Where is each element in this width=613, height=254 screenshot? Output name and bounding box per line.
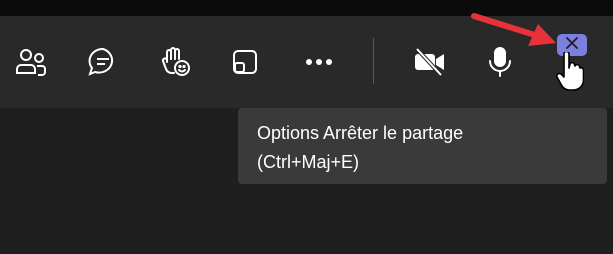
- camera-off-icon: [412, 47, 446, 77]
- people-icon: [15, 47, 47, 77]
- more-icon: [304, 58, 334, 66]
- stop-sharing-tooltip: Options Arrêter le partage (Ctrl+Maj+E): [238, 108, 607, 184]
- chat-icon: [87, 47, 119, 77]
- tooltip-title: Options Arrêter le partage: [257, 123, 464, 143]
- view-button[interactable]: [226, 16, 264, 108]
- camera-button[interactable]: [410, 16, 448, 108]
- tooltip-shortcut: (Ctrl+Maj+E): [257, 152, 360, 172]
- hand-cursor-icon: [556, 50, 585, 97]
- annotation-arrow-icon: [468, 10, 558, 53]
- reactions-button[interactable]: [156, 16, 194, 108]
- view-icon: [231, 48, 259, 76]
- more-button[interactable]: [300, 16, 338, 108]
- raise-hand-icon: [159, 46, 191, 78]
- toolbar-divider: [373, 38, 374, 84]
- people-button[interactable]: [12, 16, 50, 108]
- chat-button[interactable]: [84, 16, 122, 108]
